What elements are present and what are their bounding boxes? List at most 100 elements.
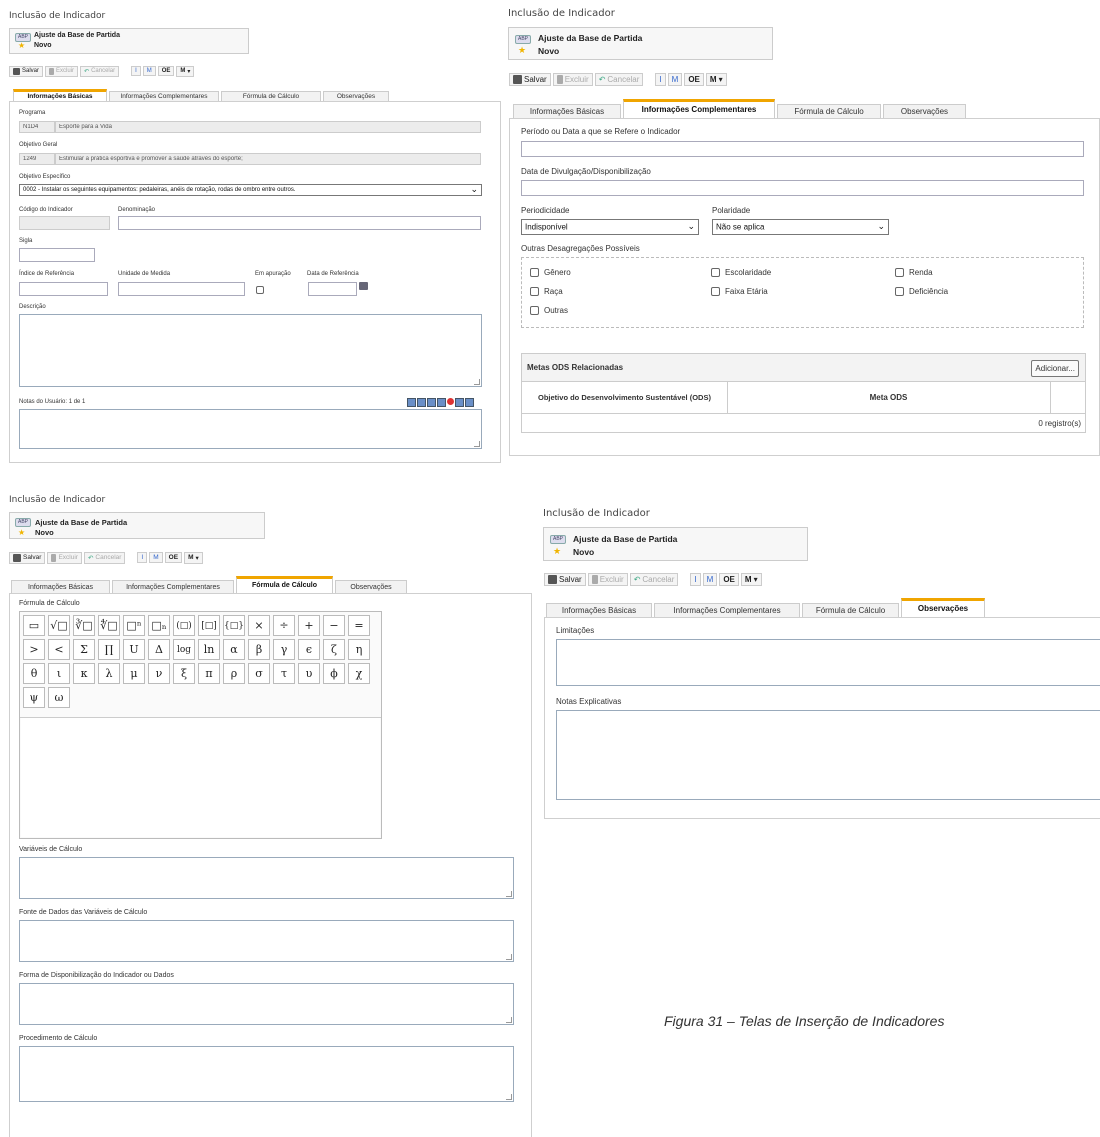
tab-formula[interactable]: Fórmula de Cálculo	[221, 91, 321, 101]
variaveis-textarea[interactable]	[19, 857, 514, 899]
m-button[interactable]: M	[142, 66, 156, 76]
formula-symbol-button[interactable]: ϕ	[323, 663, 345, 684]
prev-page-icon[interactable]	[417, 398, 426, 407]
m-dropdown-button[interactable]: M ▾	[740, 573, 762, 586]
add-meta-button[interactable]: Adicionar...	[1031, 360, 1079, 377]
delete-button[interactable]: Excluir	[45, 65, 79, 77]
em-apuracao-checkbox[interactable]	[256, 286, 264, 294]
formula-symbol-button[interactable]: (□)	[173, 615, 195, 636]
formula-symbol-button[interactable]: γ	[273, 639, 295, 660]
save-button[interactable]: Salvar	[9, 551, 46, 564]
formula-symbol-button[interactable]: μ	[123, 663, 145, 684]
tab-basic[interactable]: Informações Básicas	[11, 580, 110, 593]
formula-symbol-button[interactable]: θ	[23, 663, 45, 684]
formula-symbol-button[interactable]: Σ	[73, 639, 95, 660]
tab-observations[interactable]: Observações	[323, 91, 389, 101]
tab-basic[interactable]: Informações Básicas	[13, 89, 107, 101]
formula-symbol-button[interactable]: >	[23, 639, 45, 660]
formula-symbol-button[interactable]: ζ	[323, 639, 345, 660]
formula-symbol-button[interactable]: √□	[48, 615, 70, 636]
formula-symbol-button[interactable]: ∜□	[98, 615, 120, 636]
procedimento-textarea[interactable]	[19, 1046, 514, 1102]
tab-complementary[interactable]: Informações Complementares	[109, 91, 219, 101]
formula-symbol-button[interactable]: ÷	[273, 615, 295, 636]
formula-symbol-button[interactable]: Δ	[148, 639, 170, 660]
formula-symbol-button[interactable]: χ	[348, 663, 370, 684]
oe-button[interactable]: OE	[684, 73, 704, 86]
save-button[interactable]: Salvar	[509, 73, 551, 86]
formula-symbol-button[interactable]: <	[48, 639, 70, 660]
tab-basic[interactable]: Informações Básicas	[513, 104, 621, 118]
notas-explicativas-textarea[interactable]	[556, 710, 1100, 800]
save-button[interactable]: Salvar	[544, 573, 586, 586]
calendar-icon[interactable]	[359, 282, 368, 290]
formula-symbol-button[interactable]: ∏	[98, 639, 120, 660]
oe-button[interactable]: OE	[157, 66, 175, 76]
formula-symbol-button[interactable]: ω	[48, 687, 70, 708]
formula-symbol-button[interactable]: +	[298, 615, 320, 636]
oe-button[interactable]: OE	[164, 552, 183, 563]
formula-symbol-button[interactable]: □ₙ	[148, 615, 170, 636]
tab-observations[interactable]: Observações	[335, 580, 407, 593]
formula-symbol-button[interactable]: β	[248, 639, 270, 660]
cancel-button[interactable]: ↶ Cancelar	[629, 573, 679, 586]
periodicidade-select[interactable]: Indisponível ⌄	[521, 219, 699, 235]
formula-symbol-button[interactable]: ln	[198, 639, 220, 660]
limitacoes-textarea[interactable]	[556, 639, 1100, 686]
polaridade-select[interactable]: Não se aplica ⌄	[712, 219, 889, 235]
last-page-icon[interactable]	[465, 398, 474, 407]
next-page-icon[interactable]	[455, 398, 464, 407]
formula-symbol-button[interactable]: ∛□	[73, 615, 95, 636]
formula-symbol-button[interactable]: ι	[48, 663, 70, 684]
genero-checkbox[interactable]	[530, 268, 539, 277]
formula-symbol-button[interactable]: □ⁿ	[123, 615, 145, 636]
add-note-icon[interactable]	[427, 398, 436, 407]
m-button[interactable]: M	[702, 573, 718, 586]
outras-checkbox[interactable]	[530, 306, 539, 315]
delete-button[interactable]: Excluir	[587, 573, 628, 586]
tab-observations[interactable]: Observações	[901, 598, 985, 617]
data-ref-field[interactable]	[308, 282, 357, 296]
delete-note-icon[interactable]	[447, 398, 454, 405]
first-page-icon[interactable]	[407, 398, 416, 407]
formula-symbol-button[interactable]: λ	[98, 663, 120, 684]
forma-textarea[interactable]	[19, 983, 514, 1025]
tab-observations[interactable]: Observações	[883, 104, 966, 118]
divulgacao-field[interactable]	[521, 180, 1084, 196]
formula-symbol-button[interactable]: =	[348, 615, 370, 636]
formula-symbol-button[interactable]: η	[348, 639, 370, 660]
delete-button[interactable]: Excluir	[47, 551, 82, 564]
fonte-textarea[interactable]	[19, 920, 514, 962]
tab-complementary[interactable]: Informações Complementares	[112, 580, 234, 593]
formula-symbol-button[interactable]: π	[198, 663, 220, 684]
m-dropdown-button[interactable]: M ▾	[176, 65, 195, 77]
i-button[interactable]: I	[137, 552, 148, 563]
delete-button[interactable]: Excluir	[552, 73, 593, 86]
m-button[interactable]: M	[149, 552, 163, 563]
m-dropdown-button[interactable]: M ▾	[705, 73, 727, 86]
tab-basic[interactable]: Informações Básicas	[546, 603, 652, 617]
raca-checkbox[interactable]	[530, 287, 539, 296]
faixa-etaria-checkbox[interactable]	[711, 287, 720, 296]
m-button[interactable]: M	[667, 73, 683, 86]
cancel-button[interactable]: ↶ Cancelar	[83, 551, 126, 564]
notas-usuario-textarea[interactable]	[19, 409, 482, 449]
formula-symbol-button[interactable]: ξ	[173, 663, 195, 684]
tab-complementary[interactable]: Informações Complementares	[623, 99, 775, 118]
formula-symbol-button[interactable]: {□}	[223, 615, 245, 636]
cancel-button[interactable]: ↶ Cancelar	[594, 73, 644, 86]
i-button[interactable]: I	[131, 66, 141, 76]
m-dropdown-button[interactable]: M ▾	[184, 551, 203, 564]
formula-symbol-button[interactable]: ϵ	[298, 639, 320, 660]
escolaridade-checkbox[interactable]	[711, 268, 720, 277]
indice-field[interactable]	[19, 282, 108, 296]
formula-symbol-button[interactable]: τ	[273, 663, 295, 684]
sigla-field[interactable]	[19, 248, 95, 262]
cancel-button[interactable]: ↶ Cancelar	[80, 65, 120, 77]
renda-checkbox[interactable]	[895, 268, 904, 277]
formula-symbol-button[interactable]: −	[323, 615, 345, 636]
formula-symbol-button[interactable]: σ	[248, 663, 270, 684]
formula-symbol-button[interactable]: ×	[248, 615, 270, 636]
periodo-field[interactable]	[521, 141, 1084, 157]
oe-button[interactable]: OE	[719, 573, 739, 586]
